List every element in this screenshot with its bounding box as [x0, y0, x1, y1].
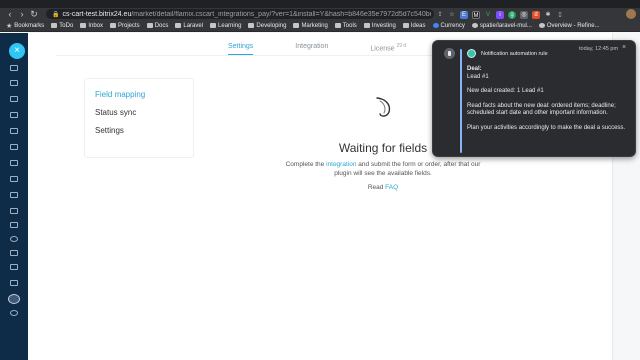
deal-name: Lead #1 [467, 73, 489, 80]
folder-icon [175, 23, 182, 28]
bookmark-item[interactable]: Ideas [402, 23, 426, 29]
tab-settings[interactable]: Settings [228, 43, 254, 56]
folder-icon [80, 23, 87, 28]
bookmarks-bar: ★ Bookmarks ToDo Inbox Projects Docs Lara… [0, 20, 640, 32]
sites-icon[interactable] [10, 192, 18, 198]
notification-body: Deal: Lead #1 New deal created: 1 Lead #1… [467, 66, 629, 139]
folder-icon [146, 23, 153, 28]
bookmark-item[interactable]: ★ Bookmarks [6, 22, 44, 30]
folder-icon [293, 23, 300, 28]
drive-icon[interactable] [10, 128, 18, 134]
folder-icon [248, 23, 255, 28]
bookmark-item[interactable]: Projects [110, 23, 140, 29]
cart-icon[interactable] [10, 264, 18, 270]
workgroups-icon[interactable] [10, 176, 18, 182]
tab-license-label: License [370, 45, 395, 53]
settings-icon[interactable] [10, 310, 18, 316]
url-host: cs-cart-test.bitrix24.eu [62, 10, 132, 18]
tab-bar: Settings Integration License 29 d [228, 43, 406, 56]
deal-label: Deal: [467, 66, 482, 72]
browser-app-icon [444, 48, 455, 59]
bookmark-item[interactable]: Currency [432, 23, 465, 29]
refine-icon [538, 23, 545, 28]
bookmark-item[interactable]: Marketing [293, 23, 328, 29]
star-icon: ★ [6, 22, 13, 30]
extension-icons: ⇪ ☆ E M V i g ◎ d ✱ ▯ [436, 10, 564, 20]
folder-icon [402, 23, 409, 28]
tasks-icon[interactable] [10, 96, 18, 102]
lock-icon: 🔒 [52, 11, 60, 18]
browser-tab-strip [0, 0, 640, 8]
extension-icon[interactable]: ◎ [520, 11, 528, 19]
bookmark-item[interactable]: Laravel [175, 23, 203, 29]
share-icon[interactable]: ⇪ [436, 11, 444, 19]
extension-icon[interactable]: M [472, 11, 480, 19]
chat-icon[interactable] [10, 65, 18, 71]
star-icon[interactable]: ☆ [448, 11, 456, 19]
extension-icon[interactable]: i [496, 11, 504, 19]
menu-item-settings[interactable]: Settings [85, 122, 193, 140]
notification-line-3: Plan your activities accordingly to make… [467, 124, 626, 131]
contacts-icon[interactable] [10, 160, 18, 166]
faq-link[interactable]: FAQ [385, 184, 398, 191]
bookmark-item[interactable]: Investing [363, 23, 396, 29]
close-icon[interactable]: × [622, 44, 626, 51]
bookmark-item[interactable]: Tools [334, 23, 357, 29]
menu-item-field-mapping[interactable]: Field mapping [85, 86, 193, 104]
extension-icon[interactable]: g [508, 11, 516, 19]
shop-icon[interactable] [10, 250, 18, 256]
puzzle-icon[interactable]: ✱ [544, 11, 552, 19]
bitrix-logo-icon [467, 49, 476, 58]
read-faq: Read FAQ [367, 184, 399, 191]
crm-icon[interactable] [10, 144, 18, 150]
notification-title: Notification automation rule [481, 51, 548, 57]
folder-icon [334, 23, 341, 28]
extension-icon[interactable]: E [460, 11, 468, 19]
market-active-icon[interactable] [8, 294, 20, 304]
notification-accent-bar [460, 49, 462, 153]
forward-icon[interactable]: › [16, 8, 28, 20]
close-icon[interactable]: × [9, 43, 25, 59]
extension-icon[interactable]: V [484, 11, 492, 19]
reload-icon[interactable]: ↻ [28, 8, 40, 20]
bookmark-item[interactable]: Inbox [80, 23, 103, 29]
tab-integration[interactable]: Integration [295, 43, 328, 55]
notification-line-1: New deal created: 1 Lead #1 [467, 88, 544, 94]
folder-icon [110, 23, 116, 28]
url-path: /market/detail/flamix.cscart_integration… [131, 10, 431, 18]
globe-icon [432, 23, 439, 28]
address-bar[interactable]: 🔒 cs-cart-test.bitrix24.eu /market/detai… [46, 9, 434, 19]
bookmark-item[interactable]: Developing [248, 23, 286, 29]
integration-link[interactable]: integration [326, 161, 356, 168]
list-icon[interactable] [10, 222, 18, 228]
profile-avatar[interactable] [626, 9, 636, 19]
extension-icon[interactable]: d [532, 11, 540, 19]
bookmark-item[interactable]: Learning [210, 23, 241, 29]
folder-icon [363, 23, 370, 28]
desktop-notification[interactable]: today, 12:45 pm × Notification automatio… [432, 40, 636, 157]
folder-icon [51, 23, 58, 28]
tab-license[interactable]: License 29 d [370, 43, 406, 55]
filter-icon[interactable] [10, 208, 18, 214]
notification-time: today, 12:45 pm [579, 46, 619, 52]
menu-item-status-sync[interactable]: Status sync [85, 104, 193, 122]
bookmark-item[interactable]: ToDo [51, 23, 73, 29]
calendar-icon[interactable] [10, 112, 18, 118]
automation-icon[interactable] [10, 236, 18, 242]
settings-side-menu: Field mapping Status sync Settings [85, 79, 193, 157]
license-days-badge: 29 d [396, 43, 407, 49]
sidebar-icon[interactable]: ▯ [556, 11, 564, 19]
bookmark-item[interactable]: Docs [146, 23, 168, 29]
github-icon [471, 23, 478, 28]
folder-icon [210, 23, 217, 28]
marketplace-icon[interactable] [10, 280, 18, 286]
bookmark-item[interactable]: spatie/laravel-mul... [471, 23, 532, 29]
notification-line-2: Read facts about the new deal: ordered i… [467, 102, 616, 117]
waiting-description: Complete the integration and submit the … [285, 161, 481, 177]
back-icon[interactable]: ‹ [4, 8, 16, 20]
loading-spinner-icon [376, 97, 391, 117]
feed-icon[interactable] [10, 80, 18, 86]
bookmark-item[interactable]: Overview - Refine... [538, 23, 600, 29]
